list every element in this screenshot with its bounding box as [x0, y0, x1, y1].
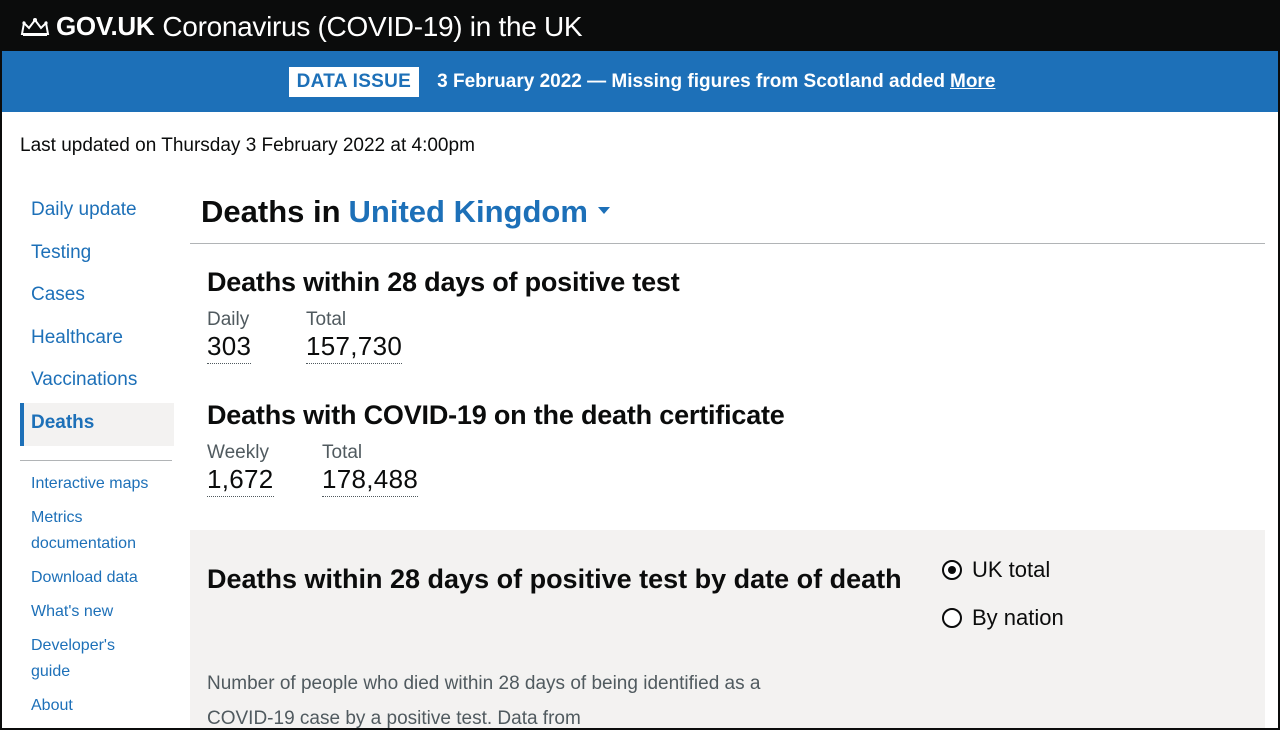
chart-panel-title: Deaths within 28 days of positive test b…	[207, 564, 902, 594]
sidebar-item-vaccinations[interactable]: Vaccinations	[20, 360, 174, 403]
data-issue-banner: DATA ISSUE 3 February 2022 — Missing fig…	[2, 51, 1278, 112]
metric-daily: Daily 303	[207, 309, 252, 364]
metric-label: Daily	[207, 309, 250, 330]
sidebar-link-metrics-documentation[interactable]: Metrics documentation	[20, 505, 150, 557]
metric-value[interactable]: 303	[207, 331, 252, 364]
sidebar-item-cases[interactable]: Cases	[20, 275, 174, 318]
sidebar-item-testing[interactable]: Testing	[20, 233, 174, 276]
chart-panel: Deaths within 28 days of positive test b…	[190, 530, 1265, 729]
data-issue-tag: DATA ISSUE	[288, 66, 420, 97]
metric-total: Total 178,488	[322, 442, 419, 497]
metric-value[interactable]: 157,730	[306, 331, 403, 364]
page-title: Deaths in United Kingdom	[201, 194, 610, 230]
metric-total: Total 157,730	[306, 309, 403, 364]
metric-value[interactable]: 1,672	[207, 464, 274, 497]
radio-uk-total[interactable]: UK total	[942, 557, 1050, 583]
radio-button-checked[interactable]	[942, 560, 962, 580]
card-title-deaths-certificate[interactable]: Deaths with COVID-19 on the death certif…	[207, 400, 785, 431]
sidebar-link-whats-new[interactable]: What's new	[20, 599, 174, 625]
sidebar-item-daily-update[interactable]: Daily update	[20, 190, 174, 233]
radio-button[interactable]	[942, 608, 962, 628]
govuk-logo-link[interactable]: GOV.UK	[56, 11, 155, 42]
crown-icon	[20, 17, 50, 36]
sidebar-divider	[20, 459, 172, 461]
banner-message: 3 February 2022 — Missing figures from S…	[437, 70, 945, 92]
metric-weekly: Weekly 1,672	[207, 442, 274, 497]
last-updated-text: Last updated on Thursday 3 February 2022…	[20, 135, 475, 156]
sidebar-nav: Daily update Testing Cases Healthcare Va…	[20, 190, 174, 727]
sidebar-item-deaths[interactable]: Deaths	[20, 402, 174, 446]
banner-more-link[interactable]: More	[950, 71, 995, 93]
page-title-prefix: Deaths in	[201, 194, 341, 229]
metric-value[interactable]: 178,488	[322, 464, 419, 497]
page: GOV.UK Coronavirus (COVID-19) in the UK …	[0, 0, 1280, 730]
caret-down-icon[interactable]	[597, 207, 610, 214]
heading-divider	[190, 243, 1265, 244]
metric-label: Weekly	[207, 442, 269, 463]
card-title-deaths-28-days[interactable]: Deaths within 28 days of positive test	[207, 267, 680, 298]
metric-label: Total	[322, 442, 363, 463]
sidebar-item-healthcare[interactable]: Healthcare	[20, 318, 174, 361]
sidebar-link-download-data[interactable]: Download data	[20, 565, 174, 591]
chart-panel-description: Number of people who died within 28 days…	[207, 673, 761, 729]
radio-label: UK total	[972, 557, 1051, 582]
metric-label: Total	[306, 309, 347, 330]
area-selector[interactable]: United Kingdom	[349, 194, 588, 230]
radio-by-nation[interactable]: By nation	[942, 605, 1064, 631]
radio-label: By nation	[972, 605, 1064, 630]
service-title[interactable]: Coronavirus (COVID-19) in the UK	[162, 11, 582, 43]
sidebar-link-developers-guide[interactable]: Developer's guide	[20, 633, 130, 685]
banner-content: DATA ISSUE 3 February 2022 — Missing fig…	[288, 66, 995, 97]
site-header: GOV.UK Coronavirus (COVID-19) in the UK	[2, 2, 1278, 51]
sidebar-link-about[interactable]: About	[20, 693, 174, 719]
sidebar-link-interactive-maps[interactable]: Interactive maps	[20, 471, 174, 497]
